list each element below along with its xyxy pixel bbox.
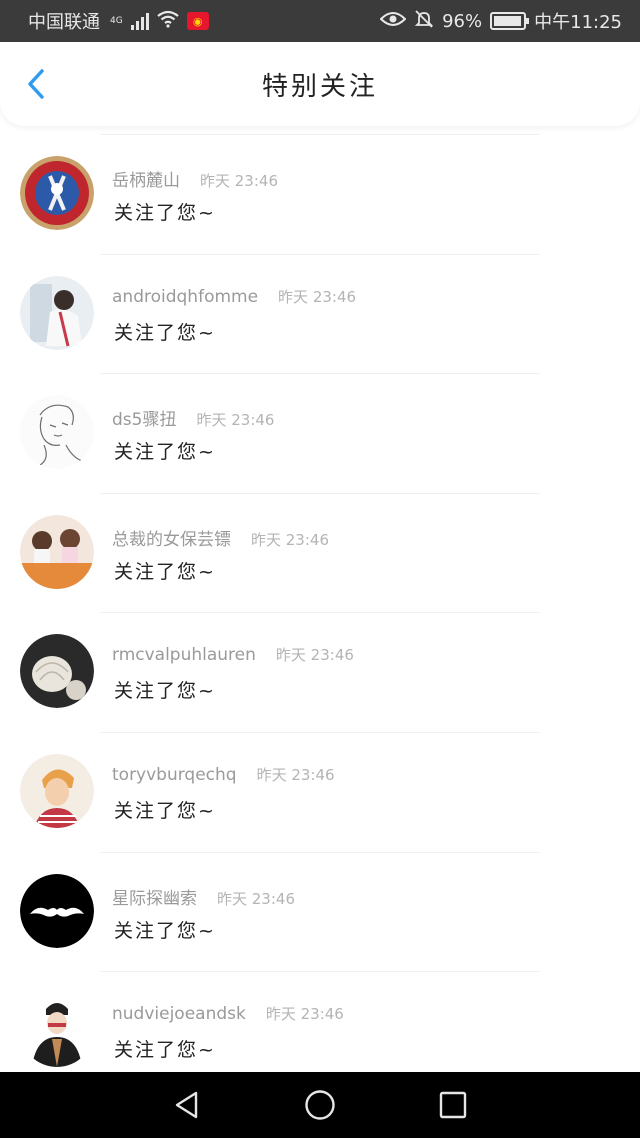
row-header: 星际探幽索 昨天 23:46 (112, 884, 295, 909)
status-right: 96% 中午11:25 (379, 8, 622, 34)
status-bar: 中国联通 4G ◉ 96% 中午11:25 (0, 0, 640, 42)
row-header: rmcvalpuhlauren 昨天 23:46 (112, 644, 354, 665)
header: 特别关注 (0, 42, 640, 126)
back-button[interactable] (18, 66, 54, 102)
divider (100, 731, 540, 733)
username[interactable]: rmcvalpuhlauren (112, 645, 256, 665)
square-recents-icon (440, 1091, 467, 1119)
status-left: 中国联通 4G ◉ (28, 8, 209, 34)
timestamp: 昨天 23:46 (278, 287, 357, 306)
list-item[interactable]: 星际探幽索 昨天 23:46 关注了您~ (0, 851, 640, 972)
weibo-icon: ◉ (186, 12, 209, 30)
timestamp: 昨天 23:46 (251, 530, 329, 549)
carrier-label: 中国联通 (28, 12, 100, 33)
avatar[interactable] (20, 275, 94, 350)
divider (100, 253, 540, 255)
avatar[interactable] (20, 993, 94, 1068)
network-label: 4G (110, 16, 123, 26)
list-item[interactable]: rmcvalpuhlauren 昨天 23:46 关注了您~ (0, 612, 640, 732)
avatar[interactable] (20, 395, 94, 470)
row-header: ds5骤扭 昨天 23:46 (112, 405, 274, 430)
list-item[interactable]: 岳柄麓山 昨天 23:46 关注了您~ (0, 134, 640, 254)
timestamp: 昨天 23:46 (217, 889, 295, 908)
row-header: toryvburqechq 昨天 23:46 (112, 764, 335, 785)
battery-percent: 96% (442, 10, 483, 32)
clock: 中午11:25 (534, 12, 622, 33)
timestamp: 昨天 23:46 (200, 172, 278, 190)
message: 关注了您~ (114, 441, 216, 464)
username[interactable]: toryvburqechq (112, 765, 237, 785)
message: 关注了您~ (114, 799, 216, 822)
list-item[interactable]: 总裁的女保芸镖 昨天 23:46 关注了您~ (0, 492, 640, 613)
username[interactable]: nudviejoeandsk (112, 1004, 246, 1024)
username[interactable]: 岳柄麓山 (112, 166, 180, 191)
timestamp: 昨天 23:46 (275, 646, 354, 665)
timestamp: 昨天 23:46 (196, 411, 275, 430)
battery-icon (490, 12, 530, 30)
message: 关注了您~ (114, 680, 216, 703)
username[interactable]: ds5骤扭 (112, 405, 176, 430)
row-header: nudviejoeandsk 昨天 23:46 (112, 1003, 344, 1024)
system-nav-bar (0, 1072, 640, 1138)
message: 关注了您~ (114, 321, 216, 344)
timestamp: 昨天 23:46 (256, 765, 335, 784)
signal-icon (130, 12, 149, 30)
wifi-icon (157, 10, 179, 33)
list-item[interactable]: androidqhfomme 昨天 23:46 关注了您~ (0, 253, 640, 374)
chevron-left-icon (28, 69, 44, 99)
divider (100, 851, 540, 853)
list-item[interactable]: ds5骤扭 昨天 23:46 关注了您~ (0, 373, 640, 493)
avatar[interactable] (20, 873, 94, 948)
avatar[interactable] (20, 514, 94, 589)
divider (100, 373, 540, 375)
triangle-back-icon (175, 1091, 197, 1119)
list-item[interactable]: toryvburqechq 昨天 23:46 关注了您~ (0, 731, 640, 852)
avatar[interactable] (20, 634, 94, 709)
username[interactable]: 总裁的女保芸镖 (112, 525, 231, 550)
divider (100, 971, 540, 973)
bell-off-icon (414, 9, 434, 34)
username[interactable]: 星际探幽索 (112, 884, 197, 909)
message: 关注了您~ (114, 1039, 216, 1062)
nav-recents-button[interactable] (423, 1075, 483, 1135)
divider (100, 134, 540, 135)
message: 关注了您~ (114, 202, 216, 224)
divider (100, 612, 540, 614)
row-header: 岳柄麓山 昨天 23:46 (112, 166, 278, 191)
follow-list: 岳柄麓山 昨天 23:46 关注了您~ androidqhfomme 昨天 23… (0, 134, 640, 1091)
row-header: androidqhfomme 昨天 23:46 (112, 286, 356, 307)
row-header: 总裁的女保芸镖 昨天 23:46 (112, 525, 329, 550)
message: 关注了您~ (114, 919, 216, 942)
avatar[interactable] (20, 753, 94, 828)
timestamp: 昨天 23:46 (265, 1005, 344, 1024)
battery-fill (494, 16, 521, 26)
circle-home-icon (305, 1090, 335, 1120)
avatar[interactable] (20, 156, 94, 230)
message: 关注了您~ (114, 560, 216, 583)
eye-icon (379, 11, 407, 32)
divider (100, 492, 540, 494)
nav-home-button[interactable] (290, 1075, 350, 1135)
username[interactable]: androidqhfomme (112, 287, 258, 307)
page-title: 特别关注 (261, 71, 378, 102)
nav-back-button[interactable] (157, 1075, 217, 1135)
